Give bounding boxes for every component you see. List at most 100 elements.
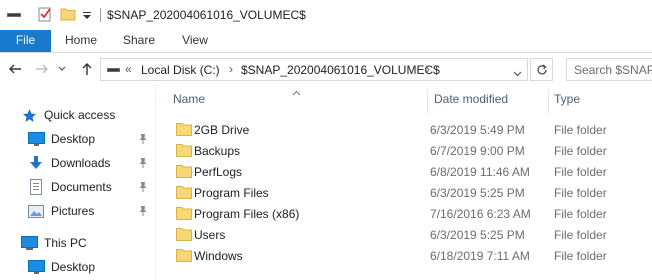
refresh-icon (536, 64, 547, 74)
title-bar: $SNAP_202004061016_VOLUMEC$ (0, 0, 652, 30)
table-row[interactable]: Backups 6/7/2019 9:00 PM File folder (168, 140, 648, 161)
chevron-down-icon (513, 71, 522, 77)
documents-icon (27, 179, 45, 195)
tab-share[interactable]: Share (112, 30, 166, 52)
table-row[interactable]: Users 6/3/2019 5:25 PM File folder (168, 224, 648, 245)
table-row[interactable]: Program Files 6/3/2019 5:25 PM File fold… (168, 182, 648, 203)
file-name: 2GB Drive (194, 123, 250, 137)
file-date: 6/18/2019 7:11 AM (430, 249, 530, 263)
navigation-bar: « Local Disk (C:) › $SNAP_202004061016_V… (0, 53, 652, 85)
file-name: Program Files (194, 186, 269, 200)
nav-this-pc[interactable]: This PC (20, 232, 87, 254)
file-date: 6/3/2019 5:25 PM (430, 228, 525, 242)
pin-icon[interactable] (138, 157, 148, 169)
tab-home[interactable]: Home (55, 30, 107, 52)
file-name: Backups (194, 144, 241, 158)
folder-icon (176, 249, 192, 262)
sort-ascending-icon (292, 85, 301, 99)
folder-icon (176, 123, 192, 136)
up-button[interactable] (78, 60, 96, 78)
file-name: Users (194, 228, 226, 242)
column-header-name[interactable]: Name (173, 92, 205, 110)
file-date: 6/3/2019 5:49 PM (430, 123, 525, 137)
file-date: 7/16/2016 6:23 AM (430, 207, 531, 221)
folder-icon (176, 144, 192, 157)
column-header-type[interactable]: Type (554, 92, 580, 110)
folder-icon (176, 228, 192, 241)
nav-item-label: Downloads (51, 156, 111, 170)
folder-icon (176, 207, 192, 220)
column-separator[interactable] (548, 89, 549, 113)
properties-icon[interactable] (37, 6, 53, 25)
pin-icon[interactable] (138, 205, 148, 217)
refresh-button[interactable] (530, 58, 553, 81)
pin-icon[interactable] (138, 133, 148, 145)
computer-icon (20, 235, 38, 251)
nav-desktop[interactable]: Desktop (27, 128, 95, 150)
address-history-dropdown[interactable] (513, 66, 522, 80)
file-type: File folder (554, 186, 607, 200)
breadcrumb-overflow[interactable]: « (125, 62, 132, 76)
nav-item-label: Pictures (51, 204, 95, 218)
file-type: File folder (554, 249, 607, 263)
file-type: File folder (554, 123, 607, 137)
window-title: $SNAP_202004061016_VOLUMEC$ (107, 8, 306, 22)
folder-icon (176, 165, 192, 178)
folder-icon (176, 186, 192, 199)
table-row[interactable]: PerfLogs 6/8/2019 11:46 AM File folder (168, 161, 648, 182)
nav-documents[interactable]: Documents (27, 176, 112, 198)
nav-item-label: Quick access (44, 108, 116, 122)
file-type: File folder (554, 165, 607, 179)
nav-pictures[interactable]: Pictures (27, 200, 94, 222)
table-row[interactable]: Windows 6/18/2019 7:11 AM File folder (168, 245, 648, 266)
file-date: 6/7/2019 9:00 PM (430, 144, 525, 158)
file-type: File folder (554, 207, 607, 221)
drive-icon[interactable] (6, 6, 22, 25)
file-list: Name Date modified Type 2GB Drive 6/3/20… (156, 85, 652, 280)
file-date: 6/3/2019 5:25 PM (430, 186, 525, 200)
nav-item-label: Desktop (51, 132, 96, 146)
customize-toolbar-icon[interactable] (82, 6, 92, 25)
pin-icon[interactable] (138, 181, 148, 193)
arrow-left-icon (9, 64, 21, 74)
back-button[interactable] (6, 60, 24, 78)
nav-item-label: Documents (51, 180, 112, 194)
breadcrumb-snapshot-folder[interactable]: $SNAP_202004061016_VOLUMEC$ (241, 63, 440, 77)
table-row[interactable]: 2GB Drive 6/3/2019 5:49 PM File folder (168, 119, 648, 140)
column-header-date[interactable]: Date modified (434, 92, 508, 110)
tab-view[interactable]: View (171, 30, 219, 52)
recent-locations-button[interactable] (56, 60, 68, 78)
breadcrumb-separator[interactable]: › (426, 62, 430, 76)
nav-downloads[interactable]: Downloads (27, 152, 110, 174)
desktop-icon (27, 131, 45, 147)
file-type: File folder (554, 144, 607, 158)
chevron-down-icon (58, 66, 66, 71)
star-icon (20, 107, 38, 123)
ribbon-tabs: File Home Share View (0, 30, 652, 52)
arrow-right-icon (36, 64, 48, 74)
column-separator[interactable] (427, 89, 428, 113)
nav-this-pc-desktop[interactable]: Desktop (27, 256, 95, 278)
nav-quick-access[interactable]: Quick access (20, 104, 115, 126)
pictures-icon (27, 203, 45, 219)
file-date: 6/8/2019 11:46 AM (430, 165, 530, 179)
breadcrumb-separator[interactable]: › (229, 62, 233, 76)
navigation-pane: Quick access Desktop Downloads Documents… (0, 85, 155, 280)
tab-file[interactable]: File (0, 30, 51, 52)
drive-icon (107, 64, 121, 79)
file-name: Windows (194, 249, 243, 263)
file-name: Program Files (x86) (194, 207, 300, 221)
search-input[interactable] (567, 59, 652, 80)
file-type: File folder (554, 228, 607, 242)
address-bar[interactable]: « Local Disk (C:) › $SNAP_202004061016_V… (100, 58, 528, 81)
title-separator (100, 8, 101, 22)
nav-item-label: Desktop (51, 260, 96, 274)
breadcrumb-local-disk[interactable]: Local Disk (C:) (141, 63, 220, 77)
table-row[interactable]: Program Files (x86) 7/16/2016 6:23 AM Fi… (168, 203, 648, 224)
forward-button[interactable] (33, 60, 51, 78)
new-folder-icon[interactable] (60, 6, 76, 25)
nav-item-label: This PC (44, 236, 87, 250)
file-name: PerfLogs (194, 165, 243, 179)
search-box[interactable] (566, 58, 652, 81)
download-icon (27, 155, 45, 171)
